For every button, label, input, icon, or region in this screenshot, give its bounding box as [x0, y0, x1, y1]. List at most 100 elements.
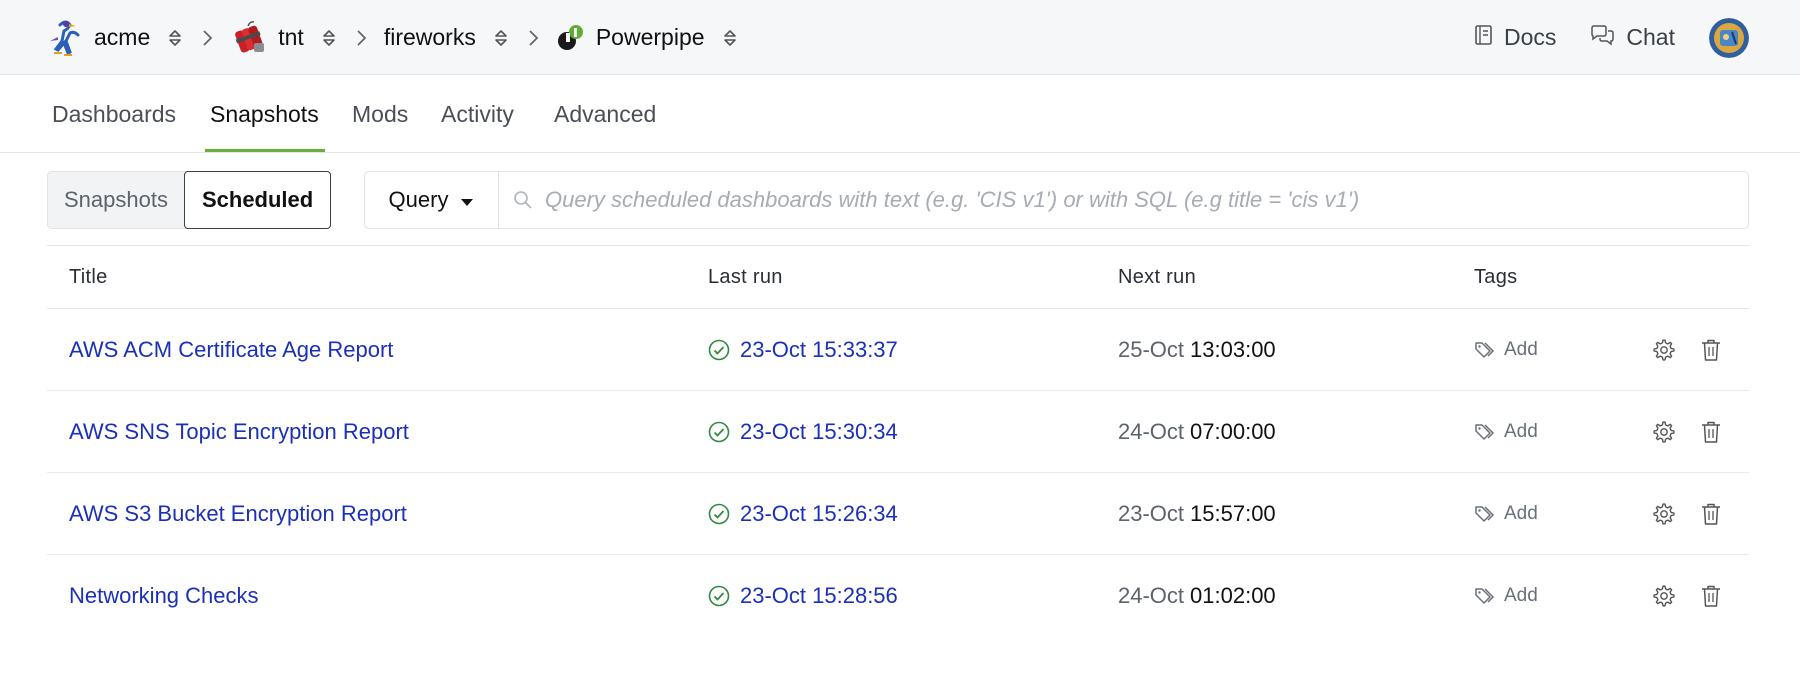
next-run-time: 07:00:00 — [1190, 419, 1276, 444]
tag-icon — [1475, 506, 1495, 522]
dynamite-logo — [230, 19, 268, 57]
breadcrumb-project[interactable]: fireworks — [384, 24, 510, 51]
tag-icon — [1475, 424, 1495, 440]
search-bar: Query — [364, 171, 1749, 229]
column-header-tags: Tags — [1474, 266, 1518, 288]
last-run-time: 23-Oct 15:26:34 — [740, 501, 898, 526]
delete-button[interactable] — [1700, 309, 1722, 391]
add-tag-label: Add — [1504, 585, 1538, 606]
last-run-time: 23-Oct 15:28:56 — [740, 583, 898, 608]
chevron-right-icon — [510, 0, 556, 75]
table-row: AWS ACM Certificate Age Report 23-Oct 15… — [47, 309, 1749, 391]
chat-label: Chat — [1626, 24, 1675, 50]
select-arrows-icon[interactable] — [492, 27, 510, 49]
settings-button[interactable] — [1652, 391, 1676, 473]
column-header-next-run[interactable]: Next run — [1118, 246, 1196, 309]
gear-icon — [1653, 421, 1675, 443]
last-run-link[interactable]: 23-Oct 15:33:37 — [708, 309, 898, 391]
trash-icon — [1702, 585, 1720, 607]
last-run-link[interactable]: 23-Oct 15:30:34 — [708, 391, 898, 473]
tab-activity[interactable]: Activity — [441, 75, 514, 153]
success-check-icon — [708, 585, 730, 607]
next-run-time: 01:02:00 — [1190, 583, 1276, 608]
next-run-time: 13:03:00 — [1190, 337, 1276, 362]
table-row: AWS S3 Bucket Encryption Report 23-Oct 1… — [47, 473, 1749, 555]
add-tag-button[interactable]: Add — [1474, 473, 1538, 555]
next-run-date: 25-Oct — [1118, 337, 1185, 362]
chat-link[interactable]: Chat — [1590, 24, 1675, 52]
view-toggle: Snapshots Scheduled — [47, 171, 332, 229]
top-bar: acme tnt fireworks Powerpipe Docs Chat — [0, 0, 1800, 75]
table-row: AWS SNS Topic Encryption Report 23-Oct 1… — [47, 391, 1749, 473]
table-header: Title Last run Next run Tags — [47, 246, 1749, 309]
add-tag-button[interactable]: Add — [1474, 309, 1538, 391]
roadrunner-logo — [46, 19, 84, 57]
delete-button[interactable] — [1700, 391, 1722, 473]
trash-icon — [1702, 421, 1720, 443]
tag-icon — [1475, 588, 1495, 604]
breadcrumb-label: Powerpipe — [595, 24, 705, 50]
query-mode-dropdown[interactable]: Query — [365, 172, 499, 228]
add-tag-label: Add — [1504, 339, 1538, 360]
last-run-time: 23-Oct 15:33:37 — [740, 337, 898, 362]
breadcrumb-label: acme — [94, 24, 151, 50]
next-run-date: 24-Oct — [1118, 419, 1185, 444]
add-tag-label: Add — [1504, 503, 1538, 524]
powerpipe-logo — [556, 19, 586, 57]
search-icon — [513, 190, 533, 210]
breadcrumb-workspace[interactable]: tnt — [230, 19, 338, 57]
add-tag-button[interactable]: Add — [1474, 555, 1538, 637]
caret-down-icon — [460, 187, 474, 213]
next-run-date: 24-Oct — [1118, 583, 1185, 608]
success-check-icon — [708, 339, 730, 361]
trash-icon — [1702, 339, 1720, 361]
dashboard-title-link[interactable]: AWS S3 Bucket Encryption Report — [69, 473, 407, 555]
next-run: 23-Oct 15:57:00 — [1118, 473, 1276, 555]
tag-icon — [1475, 342, 1495, 358]
column-header-title[interactable]: Title — [69, 246, 108, 309]
breadcrumb-org[interactable]: acme — [46, 19, 184, 57]
tab-advanced[interactable]: Advanced — [554, 75, 656, 153]
tab-bar: Dashboards Snapshots Mods Activity Advan… — [0, 75, 1800, 153]
success-check-icon — [708, 421, 730, 443]
last-run-time: 23-Oct 15:30:34 — [740, 419, 898, 444]
dashboard-title-link[interactable]: AWS SNS Topic Encryption Report — [69, 391, 409, 473]
next-run: 25-Oct 13:03:00 — [1118, 309, 1276, 391]
delete-button[interactable] — [1700, 473, 1722, 555]
trash-icon — [1702, 503, 1720, 525]
tab-dashboards[interactable]: Dashboards — [52, 75, 176, 153]
settings-button[interactable] — [1652, 309, 1676, 391]
top-right-links: Docs Chat — [1474, 0, 1800, 75]
scheduled-table: Title Last run Next run Tags AWS ACM Cer… — [47, 245, 1749, 637]
select-arrows-icon[interactable] — [166, 27, 184, 49]
snapshots-toggle-button[interactable]: Snapshots — [48, 172, 184, 228]
delete-button[interactable] — [1700, 555, 1722, 637]
active-tab-indicator — [205, 149, 325, 152]
last-run-link[interactable]: 23-Oct 15:26:34 — [708, 473, 898, 555]
table-row: Networking Checks 23-Oct 15:28:56 24-Oct… — [47, 555, 1749, 637]
dashboard-title-link[interactable]: AWS ACM Certificate Age Report — [69, 309, 393, 391]
settings-button[interactable] — [1652, 473, 1676, 555]
settings-button[interactable] — [1652, 555, 1676, 637]
gear-icon — [1653, 339, 1675, 361]
avatar[interactable] — [1709, 17, 1749, 58]
chat-bubbles-icon — [1590, 24, 1626, 52]
next-run-time: 15:57:00 — [1190, 501, 1276, 526]
select-arrows-icon[interactable] — [721, 27, 739, 49]
tab-mods[interactable]: Mods — [352, 75, 408, 153]
search-input[interactable] — [545, 173, 1748, 227]
select-arrows-icon[interactable] — [320, 27, 338, 49]
tab-snapshots[interactable]: Snapshots — [210, 75, 319, 153]
dashboard-title-link[interactable]: Networking Checks — [69, 555, 259, 637]
book-icon — [1474, 24, 1504, 52]
chevron-right-icon — [184, 0, 230, 75]
breadcrumb-product[interactable]: Powerpipe — [556, 19, 739, 57]
add-tag-label: Add — [1504, 421, 1538, 442]
last-run-link[interactable]: 23-Oct 15:28:56 — [708, 555, 898, 637]
next-run-date: 23-Oct — [1118, 501, 1185, 526]
gear-icon — [1653, 585, 1675, 607]
add-tag-button[interactable]: Add — [1474, 391, 1538, 473]
docs-link[interactable]: Docs — [1474, 24, 1556, 52]
scheduled-toggle-button[interactable]: Scheduled — [183, 171, 332, 229]
column-header-last-run[interactable]: Last run — [708, 246, 783, 309]
